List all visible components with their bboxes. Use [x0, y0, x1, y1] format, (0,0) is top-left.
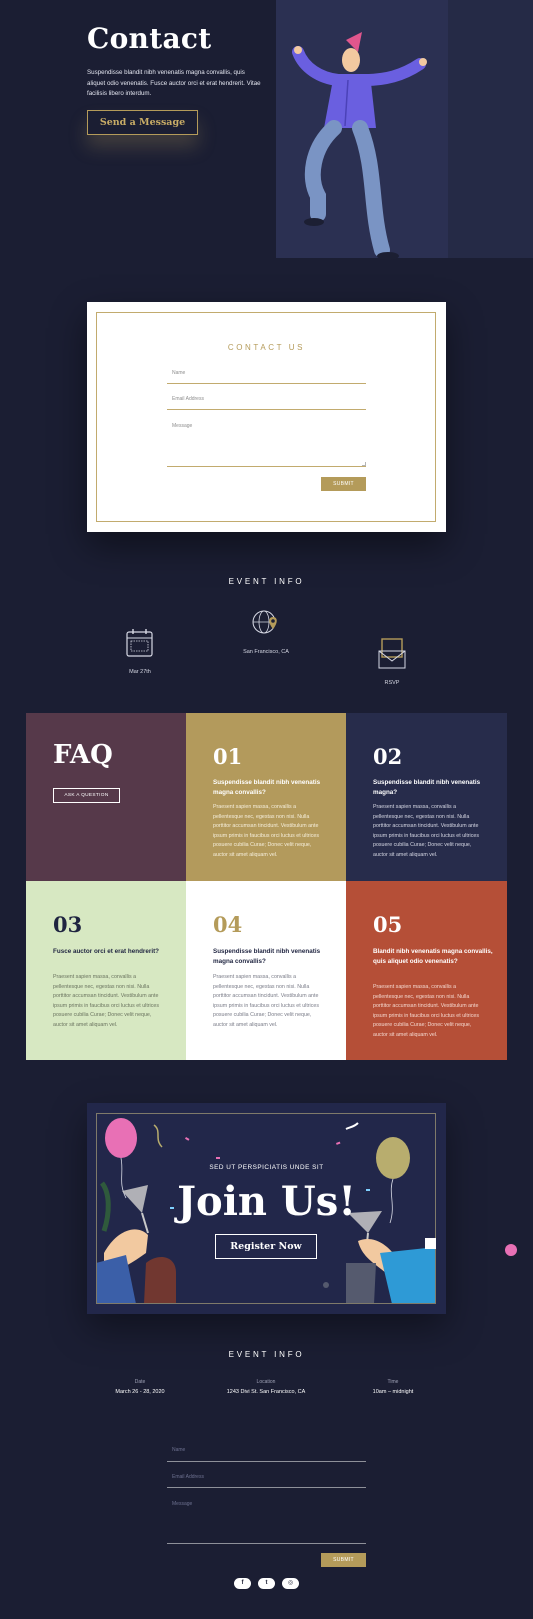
email-field[interactable] — [167, 409, 366, 410]
footer-name-field[interactable] — [167, 1461, 366, 1462]
footer-message-label: Message — [172, 1501, 193, 1507]
faq-number: 04 — [213, 912, 243, 937]
twitter-icon[interactable]: t — [258, 1578, 275, 1589]
faq-number: 01 — [213, 744, 243, 769]
message-field-label: Message — [172, 423, 193, 429]
faq-question: Suspendisse blandit nibh venenatis magna… — [213, 779, 321, 796]
faq-answer: Praesent sapien massa, convallis a pelle… — [213, 804, 319, 858]
message-field[interactable] — [167, 466, 366, 467]
faq-number: 02 — [373, 744, 403, 769]
calendar-icon — [126, 629, 153, 657]
rsvp-label[interactable]: RSVP — [337, 680, 447, 686]
faq-question: Blandit nibh venenatis magna convallis, … — [373, 948, 493, 965]
instagram-icon[interactable]: ◎ — [282, 1578, 299, 1589]
hero-description: Suspendisse blandit nibh venenatis magna… — [87, 69, 261, 97]
facebook-icon[interactable]: f — [234, 1578, 251, 1589]
textarea-resize-handle[interactable] — [362, 462, 366, 466]
name-field-label: Name — [172, 370, 186, 376]
faq-number: 05 — [373, 912, 403, 937]
time-label: Time — [387, 1379, 399, 1385]
footer-submit-button[interactable]: SUBMIT — [321, 1553, 366, 1567]
envelope-icon[interactable] — [377, 637, 407, 671]
event-date-label: Mar 27th — [129, 669, 151, 675]
date-label: Date — [134, 1379, 146, 1385]
footer-email-label: Email Address — [172, 1474, 204, 1480]
date-value: March 26 - 28, 2020 — [115, 1389, 165, 1395]
faq-answer: Praesent sapien massa, convallis a pelle… — [373, 984, 479, 1038]
white-square-decoration — [425, 1238, 436, 1249]
footer-message-field[interactable] — [167, 1543, 366, 1544]
footer-event-info-heading: EVENT INFO — [228, 1350, 305, 1359]
faq-heading: FAQ — [53, 740, 113, 770]
event-info-heading: EVENT INFO — [228, 577, 305, 586]
dancing-person-illustration — [292, 32, 427, 260]
faq-answer: Praesent sapien massa, convallis a pelle… — [53, 974, 159, 1028]
faq-question: Suspendisse blandit nibh venenatis magna… — [213, 948, 321, 965]
ask-question-button[interactable]: ASK A QUESTION — [53, 788, 120, 803]
join-kicker-text: SED UT PERSPICIATIS UNDE SIT — [209, 1164, 324, 1171]
faq-question: Fusce auctor orci et erat hendrerit? — [53, 948, 160, 955]
faq-item-4 — [186, 881, 346, 1060]
faq-answer: Praesent sapien massa, convallis a pelle… — [213, 974, 319, 1028]
location-value: 1243 Divi St. San Francisco, CA — [226, 1389, 306, 1395]
globe-pin-icon — [252, 610, 277, 634]
contact-submit-button[interactable]: SUBMIT — [321, 477, 366, 491]
page-title: Contact — [87, 22, 212, 55]
faq-item-3 — [26, 881, 186, 1060]
faq-number: 03 — [53, 912, 83, 937]
name-field[interactable] — [167, 383, 366, 384]
faq-question: Suspendisse blandit nibh venenatis magna… — [373, 779, 481, 796]
pink-dot-decoration — [505, 1244, 517, 1256]
location-label: Location — [256, 1379, 276, 1385]
join-us-title: Join Us! — [177, 1178, 356, 1225]
send-message-button[interactable]: Send a Message — [87, 110, 198, 135]
footer-email-field[interactable] — [167, 1487, 366, 1488]
contact-us-heading: CONTACT US — [227, 343, 306, 352]
email-field-label: Email Address — [172, 396, 204, 402]
footer-name-label: Name — [172, 1447, 186, 1453]
register-now-button[interactable]: Register Now — [215, 1234, 317, 1259]
event-location-label: San Francisco, CA — [243, 649, 289, 655]
time-value: 10am – midnight — [372, 1389, 414, 1395]
faq-answer: Praesent sapien massa, convallis a pelle… — [373, 804, 479, 858]
